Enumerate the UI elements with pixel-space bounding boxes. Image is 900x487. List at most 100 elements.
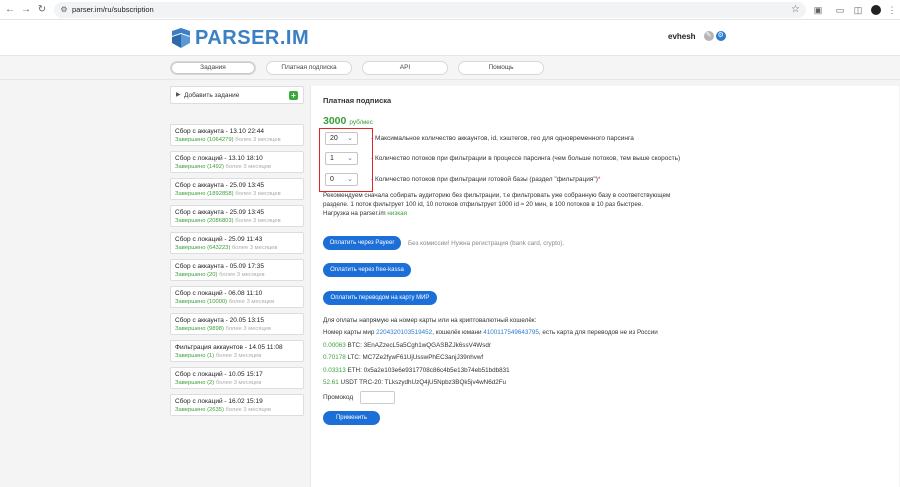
reload-icon[interactable]: ↻: [36, 4, 48, 16]
task-age: более 3 месяцев: [235, 218, 281, 224]
bookmark-star-icon[interactable]: ☆: [791, 4, 800, 16]
task-count: (10000): [207, 299, 228, 305]
task-status-done: Завершено: [175, 407, 206, 413]
task-status-done: Завершено: [175, 272, 206, 278]
task-status: Завершено (10000) более 3 месяцев: [175, 298, 299, 306]
task-title: Сбор с локаций - 06.08 11:10: [175, 290, 263, 297]
task-title: Сбор с локаций - 13.10 18:10: [175, 155, 263, 162]
tab-api[interactable]: API: [362, 61, 448, 75]
back-icon[interactable]: ←: [4, 4, 16, 16]
tab-help[interactable]: Помощь: [458, 61, 544, 75]
crypto-btc: 0.00063 BTC: 3EnAZzecL5a5Cgh1wQGASBZJk6s…: [323, 342, 491, 349]
pay-freekassa-button[interactable]: Оплатить через free-kassa: [323, 263, 411, 277]
crypto-eth: 0.03313 ETH: 0x5a2e103e6e9317708c86c4b5e…: [323, 367, 510, 374]
forward-icon[interactable]: →: [20, 4, 32, 16]
crypto-usdt: 52.61 USDT TRC-20: TLkszydhUzQ4jU5Npbz3B…: [323, 379, 507, 386]
settings-icon[interactable]: ✎: [703, 31, 714, 41]
subscription-panel: Платная подписка 3000 руб/мес 20 ⌄ - Мак…: [310, 86, 899, 487]
task-status: Завершено (1064279) более 3 месяцев: [175, 136, 299, 144]
logo-mark-icon: [170, 27, 192, 49]
task-title: Сбор с аккаунта - 25.09 13:45: [175, 209, 264, 216]
task-age: более 3 месяцев: [235, 191, 281, 197]
task-count: (2): [207, 380, 215, 386]
task-status-done: Завершено: [175, 326, 206, 332]
task-count: (2635): [207, 407, 224, 413]
highlight-box: [319, 128, 373, 192]
task-item[interactable]: Фильтрация аккаунтов - 14.05 11:08 Заверш…: [170, 340, 304, 362]
task-status: Завершено (643223) более 3 месяцев: [175, 244, 299, 252]
promo-input[interactable]: [360, 391, 395, 404]
price-unit: руб/мес: [349, 119, 374, 126]
add-task-button[interactable]: ▶ Добавить задание +: [170, 86, 304, 104]
task-count: (20): [207, 272, 218, 278]
site-logo[interactable]: PARSER.IM: [170, 26, 309, 50]
notifications-icon[interactable]: ⚙: [715, 31, 726, 41]
tab-tasks[interactable]: Задания: [170, 61, 256, 75]
section-title: Платная подписка: [323, 96, 392, 105]
task-title: Сбор с аккаунта - 20.05 13:15: [175, 317, 264, 324]
task-age: более 3 месяцев: [225, 326, 272, 332]
user-block: evhesh ✎ ⚙: [668, 31, 726, 41]
task-item[interactable]: Сбор с аккаунта - 25.09 13:45 Завершено (…: [170, 205, 304, 227]
task-status: Завершено (2635) более 3 месяцев: [175, 406, 299, 414]
task-title: Сбор с локаций - 10.05 15:17: [175, 371, 263, 378]
browser-toolbar: ← → ↻ ⚙ parser.im/ru/subscription ☆ ▣ ▭ …: [0, 0, 900, 20]
cast-icon[interactable]: ▭: [834, 4, 846, 16]
task-count: (1064279): [207, 137, 234, 143]
card-number[interactable]: 2204320103519452: [376, 329, 432, 336]
task-status: Завершено (2) более 3 месяцев: [175, 379, 299, 387]
task-age: более 3 месяцев: [235, 137, 281, 143]
task-status: Завершено (2086803) более 3 месяцев: [175, 217, 299, 225]
task-title: Сбор с аккаунта - 05.09 17:35: [175, 263, 264, 270]
username[interactable]: evhesh: [668, 32, 696, 41]
task-title: Сбор с локаций - 25.09 11:43: [175, 236, 263, 243]
task-item[interactable]: Сбор с аккаунта - 20.05 13:15 Завершено (…: [170, 313, 304, 335]
address-bar[interactable]: ⚙ parser.im/ru/subscription ☆: [54, 2, 806, 18]
task-item[interactable]: Сбор с локаций - 25.09 11:43 Завершено (6…: [170, 232, 304, 254]
plus-icon[interactable]: +: [289, 91, 298, 100]
recommendation-text: Рекомендуем сначала собирать аудиторию б…: [323, 192, 671, 208]
tab-subscription[interactable]: Платная подписка: [266, 61, 352, 75]
wallet-number[interactable]: 4100117549643795: [483, 329, 539, 336]
extensions-icon[interactable]: ▣: [812, 4, 824, 16]
task-item[interactable]: Сбор с аккаунта - 05.09 17:35 Завершено (…: [170, 259, 304, 281]
task-status: Завершено (1492) более 3 месяцев: [175, 163, 299, 171]
task-count: (643223): [207, 245, 231, 251]
task-item[interactable]: Сбор с локаций - 13.10 18:10 Завершено (1…: [170, 151, 304, 173]
task-item[interactable]: Сбор с локаций - 06.08 11:10 Завершено (1…: [170, 286, 304, 308]
site-info-icon[interactable]: ⚙: [59, 5, 69, 15]
task-status-done: Завершено: [175, 299, 206, 305]
price: 3000 руб/мес: [323, 115, 373, 127]
filter-threads-label: - Количество потоков при фильтрации гото…: [371, 176, 601, 183]
task-age: более 3 месяцев: [219, 272, 265, 278]
pay-mir-button[interactable]: Оплатить переводом на карту МИР: [323, 291, 437, 305]
load-value: низкая: [387, 210, 408, 217]
card-info: Номер карты мир 2204320103519452, кошелё…: [323, 329, 658, 336]
sidepanel-icon[interactable]: ◫: [852, 4, 864, 16]
task-age: более 3 месяцев: [215, 353, 262, 359]
task-age: более 3 месяцев: [228, 299, 275, 305]
url-text: parser.im/ru/subscription: [72, 5, 154, 14]
task-age: более 3 месяцев: [225, 407, 272, 413]
task-status-done: Завершено: [175, 245, 206, 251]
task-item[interactable]: Сбор с аккаунта - 13.10 22:44 Завершено (…: [170, 124, 304, 146]
price-value: 3000: [323, 115, 347, 127]
task-count: (9898): [207, 326, 224, 332]
task-title: Сбор с аккаунта - 25.09 13:45: [175, 182, 264, 189]
menu-dots-icon[interactable]: ⋮: [886, 4, 898, 16]
payeer-note: Без комиссии! Нужна регистрация (bank ca…: [408, 240, 565, 247]
task-item[interactable]: Сбор с локаций - 10.05 15:17 Завершено (2…: [170, 367, 304, 389]
apply-button[interactable]: Применить: [323, 411, 380, 425]
task-count: (1492): [207, 164, 224, 170]
task-age: более 3 месяцев: [225, 164, 272, 170]
task-status: Завершено (20) более 3 месяцев: [175, 271, 299, 279]
task-item[interactable]: Сбор с локаций - 16.02 15:19 Завершено (2…: [170, 394, 304, 416]
task-item[interactable]: Сбор с аккаунта - 25.09 13:45 Завершено (…: [170, 178, 304, 200]
task-status-done: Завершено: [175, 218, 206, 224]
profile-avatar[interactable]: [871, 5, 881, 15]
parse-threads-label: - Количество потоков при фильтрации в пр…: [371, 155, 681, 162]
task-title: Сбор с аккаунта - 13.10 22:44: [175, 128, 264, 135]
pay-payeer-button[interactable]: Оплатить через Payeer: [323, 236, 401, 250]
accounts-label: - Максимальное количество аккаунтов, id,…: [371, 135, 634, 142]
task-status-done: Завершено: [175, 191, 206, 197]
